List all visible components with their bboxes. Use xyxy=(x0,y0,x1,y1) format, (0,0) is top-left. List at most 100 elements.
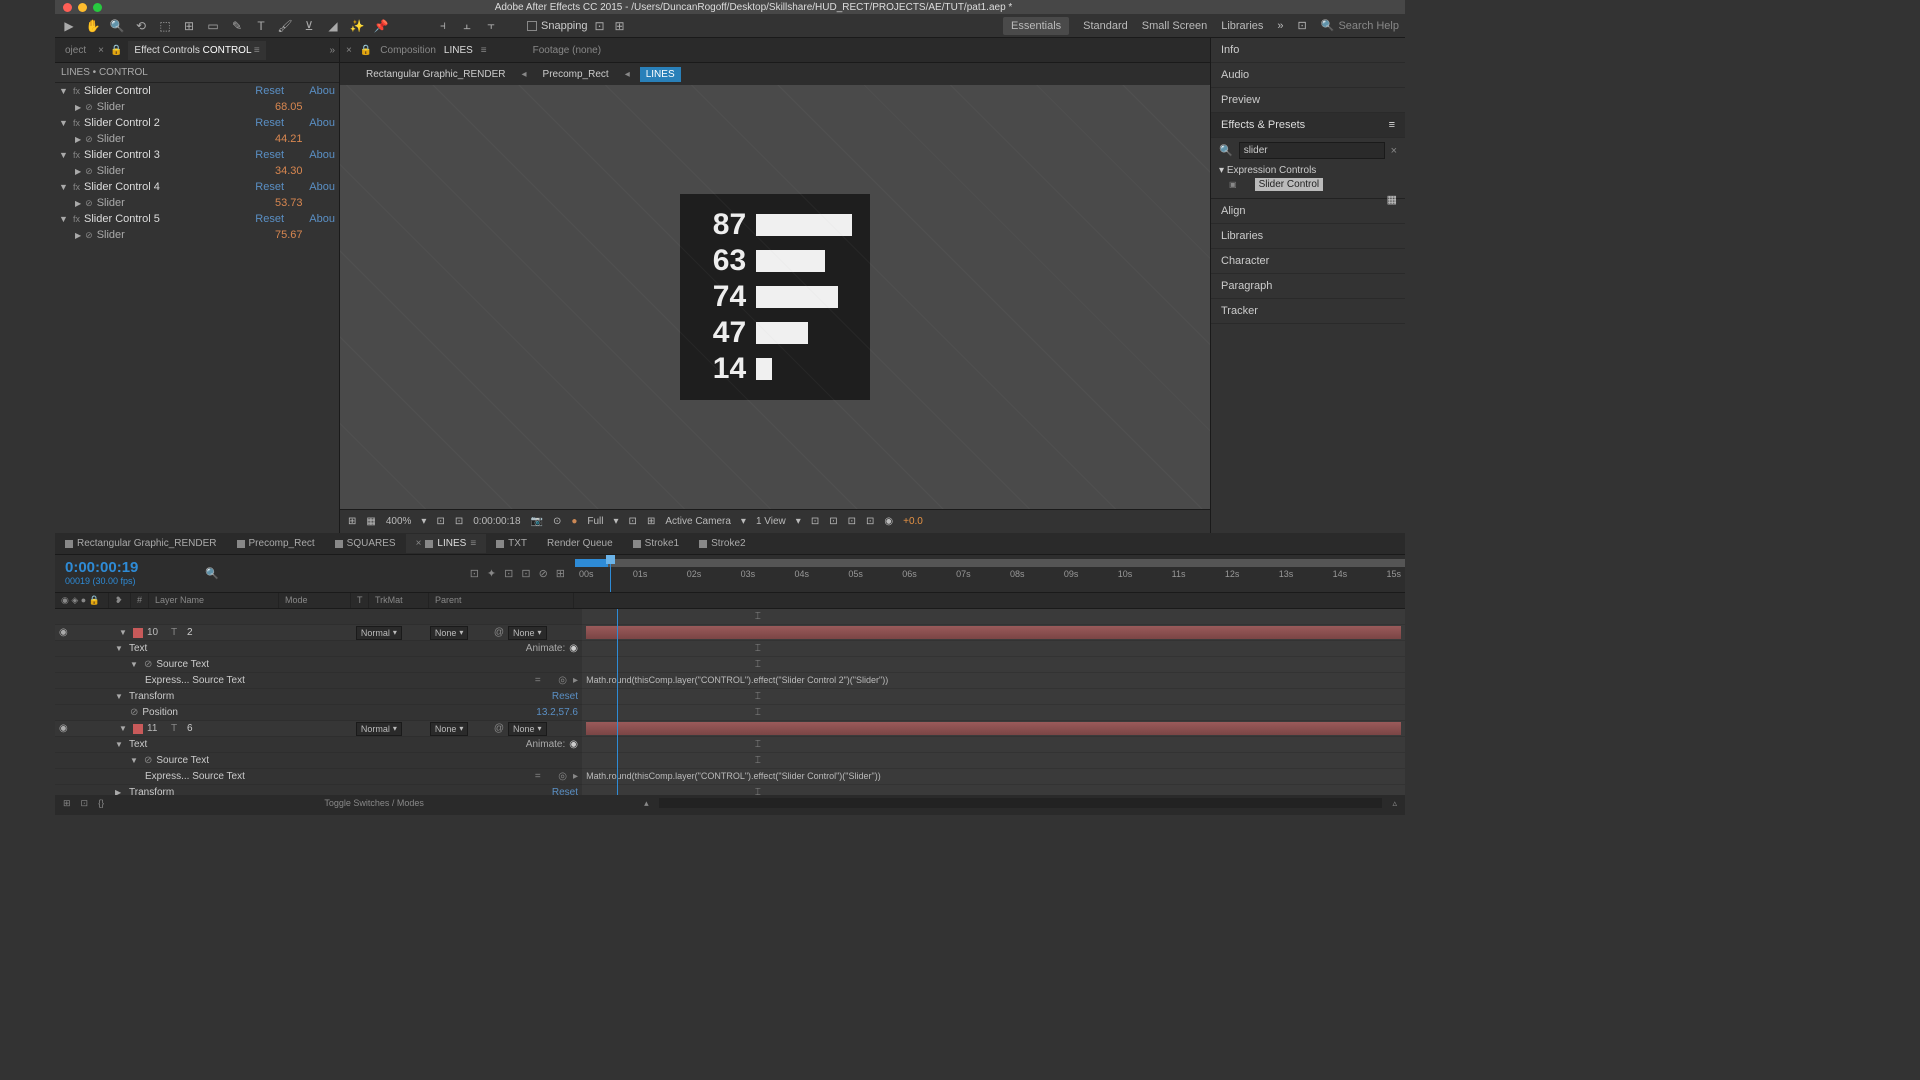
track-row[interactable]: Math.round(thisComp.layer("CONTROL").eff… xyxy=(582,769,1405,785)
animate-add-icon[interactable]: ◉ xyxy=(569,739,578,750)
grid-icon[interactable]: ⊞ xyxy=(348,516,356,527)
parent-dropdown[interactable]: None xyxy=(508,626,547,640)
col-mode[interactable]: Mode xyxy=(279,593,351,608)
motion-blur-icon[interactable]: ⊘ xyxy=(539,567,548,580)
layer-name[interactable]: 6 xyxy=(187,723,352,734)
track-row[interactable]: ⌶ xyxy=(582,753,1405,769)
maximize-dot[interactable] xyxy=(93,3,102,12)
label-color[interactable] xyxy=(133,628,143,638)
preview-panel-header[interactable]: Preview xyxy=(1211,88,1405,113)
keyframe-ibeam-icon[interactable]: ⌶ xyxy=(755,707,761,718)
animate-add-icon[interactable]: ◉ xyxy=(569,643,578,654)
slider-prop-label[interactable]: Slider xyxy=(97,229,271,241)
exposure-value[interactable]: +0.0 xyxy=(903,516,923,527)
effect-name[interactable]: Slider Control xyxy=(84,85,251,97)
label-color[interactable] xyxy=(133,724,143,734)
twirl-down-icon[interactable]: ▼ xyxy=(115,644,125,653)
expr-enable-icon[interactable]: = xyxy=(535,771,541,782)
stopwatch-icon[interactable]: ⊘ xyxy=(85,230,93,241)
timeline-tab[interactable]: Render Queue xyxy=(537,534,623,553)
slider-value[interactable]: 44.21 xyxy=(275,133,335,145)
stopwatch-icon[interactable]: ⊘ xyxy=(85,102,93,113)
blend-mode-dropdown[interactable]: Normal xyxy=(356,722,402,736)
close-tab-icon[interactable]: × xyxy=(416,538,422,549)
panbehind-tool-icon[interactable]: ⊞ xyxy=(181,18,197,34)
chevron-down-icon[interactable]: ▾ xyxy=(421,516,426,527)
grid-guides-icon[interactable]: ⊞ xyxy=(647,516,655,527)
clone-tool-icon[interactable]: ⊻ xyxy=(301,18,317,34)
track-row[interactable]: ⌶ xyxy=(582,705,1405,721)
effects-presets-header[interactable]: Effects & Presets≡ xyxy=(1211,113,1405,138)
blend-mode-dropdown[interactable]: Normal xyxy=(356,626,402,640)
puppet-tool-icon[interactable]: 📌 xyxy=(373,18,389,34)
type-tool-icon[interactable]: T xyxy=(253,18,269,34)
track-row[interactable]: ⌶ xyxy=(582,689,1405,705)
time-ruler[interactable]: 00s01s02s03s04s05s06s07s08s09s10s11s12s1… xyxy=(575,555,1405,592)
fx-badge-icon[interactable]: fx xyxy=(73,118,80,128)
expr-graph-icon[interactable]: ◎ xyxy=(558,771,567,782)
reset-link[interactable]: Reset xyxy=(255,85,305,97)
chevron-down-icon[interactable]: ▾ xyxy=(796,516,801,527)
shape-tool-icon[interactable]: ▭ xyxy=(205,18,221,34)
character-panel-header[interactable]: Character xyxy=(1211,249,1405,274)
keyframe-ibeam-icon[interactable]: ⌶ xyxy=(755,659,761,670)
sync-icon[interactable]: ⊡ xyxy=(1298,19,1307,32)
twirl-down-icon[interactable]: ▼ xyxy=(59,214,69,224)
panel-menu-icon[interactable]: ≡ xyxy=(1389,119,1395,131)
text-group-row[interactable]: ▼TextAnimate:◉ xyxy=(55,641,582,657)
timeline-tab[interactable]: SQUARES xyxy=(325,534,406,553)
resolution-dropdown[interactable]: Full xyxy=(587,516,603,527)
keyframe-ibeam-icon[interactable]: ⌶ xyxy=(755,755,761,766)
lock-comp-icon[interactable]: 🔒 xyxy=(360,45,372,56)
source-text-row[interactable]: ▼⊘Source Text xyxy=(55,753,582,769)
twirl-down-icon[interactable]: ▼ xyxy=(59,182,69,192)
crumb-render[interactable]: Rectangular Graphic_RENDER xyxy=(360,67,512,82)
timeline-search-icon[interactable]: 🔍 xyxy=(205,567,219,580)
frame-icon[interactable]: ⊡ xyxy=(455,516,463,527)
pixel-aspect-icon[interactable]: ⊡ xyxy=(811,516,819,527)
chevron-down-icon[interactable]: ▾ xyxy=(741,516,746,527)
about-link[interactable]: Abou xyxy=(309,117,335,129)
comp-mini-flowchart-icon[interactable]: ⊡ xyxy=(470,567,479,580)
crumb-lines[interactable]: LINES xyxy=(640,67,681,82)
close-comp-icon[interactable]: × xyxy=(346,45,352,56)
snapping-checkbox[interactable] xyxy=(527,21,537,31)
chevron-down-icon[interactable]: ▾ xyxy=(614,516,619,527)
timeline-tab[interactable]: Precomp_Rect xyxy=(227,534,325,553)
selection-tool-icon[interactable]: ▶ xyxy=(61,18,77,34)
source-text-row[interactable]: ▼⊘Source Text xyxy=(55,657,582,673)
track-row[interactable]: ⌶ xyxy=(582,641,1405,657)
track-row[interactable]: ⌶ xyxy=(582,737,1405,753)
viewer-timecode[interactable]: 0:00:00:18 xyxy=(473,516,520,527)
reset-link[interactable]: Reset xyxy=(255,117,305,129)
snap-opt2-icon[interactable]: ⊞ xyxy=(612,18,628,34)
crumb-precomp[interactable]: Precomp_Rect xyxy=(537,67,615,82)
twirl-down-icon[interactable]: ▼ xyxy=(115,740,125,749)
slider-prop-label[interactable]: Slider xyxy=(97,197,271,209)
graph-editor-icon[interactable]: ⊞ xyxy=(556,567,565,580)
expression-row[interactable]: Express... Source Text= ◎▸ xyxy=(55,769,582,785)
effect-name[interactable]: Slider Control 4 xyxy=(84,181,251,193)
reset-link[interactable]: Reset xyxy=(552,787,578,795)
tree-category[interactable]: ▾ Expression Controls xyxy=(1219,165,1397,176)
effects-search-input[interactable] xyxy=(1239,142,1385,159)
layer-duration-bar[interactable] xyxy=(586,722,1401,735)
visibility-icon[interactable]: ◉ xyxy=(59,723,71,734)
pen-tool-icon[interactable]: ✎ xyxy=(229,18,245,34)
comp-name[interactable]: LINES xyxy=(444,45,473,56)
fx-badge-icon[interactable]: fx xyxy=(73,182,80,192)
transform-group-row[interactable]: ▼TransformReset xyxy=(55,689,582,705)
roto-tool-icon[interactable]: ✨ xyxy=(349,18,365,34)
channel-icon[interactable]: ⊙ xyxy=(553,516,561,527)
position-value[interactable]: 13.2,57.6 xyxy=(536,707,578,718)
fx-badge-icon[interactable]: fx xyxy=(73,150,80,160)
axis-world-icon[interactable]: ⫠ xyxy=(459,18,475,34)
effect-name[interactable]: Slider Control 2 xyxy=(84,117,251,129)
fastpreview-icon[interactable]: ⊡ xyxy=(436,516,444,527)
reset-link[interactable]: Reset xyxy=(255,181,305,193)
twirl-right-icon[interactable]: ▶ xyxy=(75,167,81,176)
transform-group-row[interactable]: ▶TransformReset xyxy=(55,785,582,795)
col-trkmat[interactable]: TrkMat xyxy=(369,593,429,608)
slider-value[interactable]: 75.67 xyxy=(275,229,335,241)
slider-value[interactable]: 34.30 xyxy=(275,165,335,177)
